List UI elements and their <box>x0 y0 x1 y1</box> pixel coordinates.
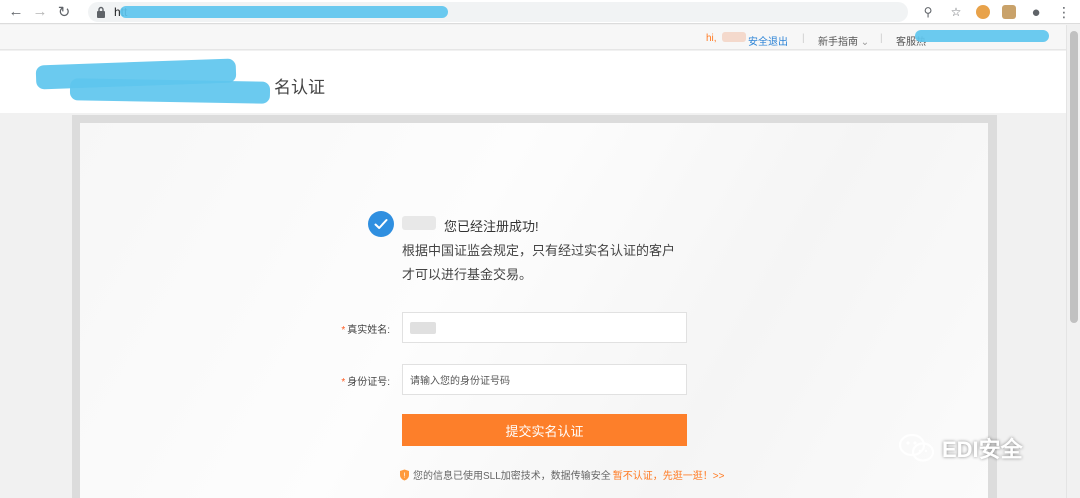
skip-link[interactable]: 暂不认证，先逛一逛！>> <box>613 467 725 482</box>
name-label-text: 真实姓名: <box>347 325 390 336</box>
redaction-mark <box>722 32 746 42</box>
shield-icon: ! <box>400 469 409 480</box>
success-check-icon <box>368 211 394 237</box>
id-number-input[interactable]: 请输入您的身份证号码 <box>402 364 687 395</box>
id-input-placeholder: 请输入您的身份证号码 <box>410 376 510 387</box>
key-icon[interactable]: ⚲ <box>920 4 936 20</box>
reload-icon[interactable]: ↻ <box>52 0 76 24</box>
redaction-mark <box>915 30 1049 42</box>
regulation-text: 根据中国证监会规定，只有经过实名认证的客户 <box>402 243 676 258</box>
star-icon[interactable]: ☆ <box>948 4 964 20</box>
extension-icon[interactable] <box>976 5 990 19</box>
id-field-label: * 身份证号: <box>320 373 390 388</box>
required-mark: * <box>341 377 346 388</box>
security-note-text: 您的信息已使用SLL加密技术，数据传输安全 <box>413 471 611 482</box>
extension-icon[interactable] <box>1002 5 1016 19</box>
guide-link[interactable]: 新手指南 ⌄ <box>818 33 869 48</box>
site-top-bar: hi, 安全退出 | 新手指南 ⌄ | 客服热 <box>0 25 1066 50</box>
security-note: ! 您的信息已使用SLL加密技术，数据传输安全 暂不认证，先逛一逛！>> <box>399 467 724 482</box>
page-title: 名认证 <box>274 78 325 97</box>
redaction-mark <box>120 6 448 18</box>
wechat-watermark: EDI安全 <box>898 432 1023 464</box>
lock-icon <box>97 6 105 18</box>
redacted-name-value <box>410 321 436 334</box>
chevron-down-icon: ⌄ <box>858 37 870 48</box>
wechat-icon <box>898 433 935 462</box>
guide-label: 新手指南 <box>818 37 858 48</box>
page-scrollbar[interactable] <box>1066 25 1080 498</box>
required-mark: * <box>341 325 346 336</box>
redaction-mark <box>69 78 271 104</box>
menu-icon[interactable]: ⋮ <box>1056 4 1072 20</box>
back-icon[interactable]: ← <box>4 0 28 24</box>
greeting-text: hi, <box>706 33 717 44</box>
divider: | <box>880 33 883 44</box>
svg-text:!: ! <box>403 471 406 479</box>
redacted-username <box>402 216 436 230</box>
name-field-label: * 真实姓名: <box>320 321 390 336</box>
divider: | <box>802 33 805 44</box>
watermark-text: EDI安全 <box>942 437 1023 462</box>
real-name-input[interactable] <box>402 312 687 343</box>
id-label-text: 身份证号: <box>347 377 390 388</box>
regulation-text-cont: 才可以进行基金交易。 <box>402 267 533 282</box>
forward-icon[interactable]: → <box>28 0 52 24</box>
profile-icon[interactable]: ● <box>1028 4 1044 21</box>
scrollbar-thumb[interactable] <box>1070 31 1078 323</box>
success-message: 您已经注册成功! <box>444 219 539 234</box>
logout-link[interactable]: 安全退出 <box>748 33 788 48</box>
submit-verification-button[interactable]: 提交实名认证 <box>402 414 687 446</box>
